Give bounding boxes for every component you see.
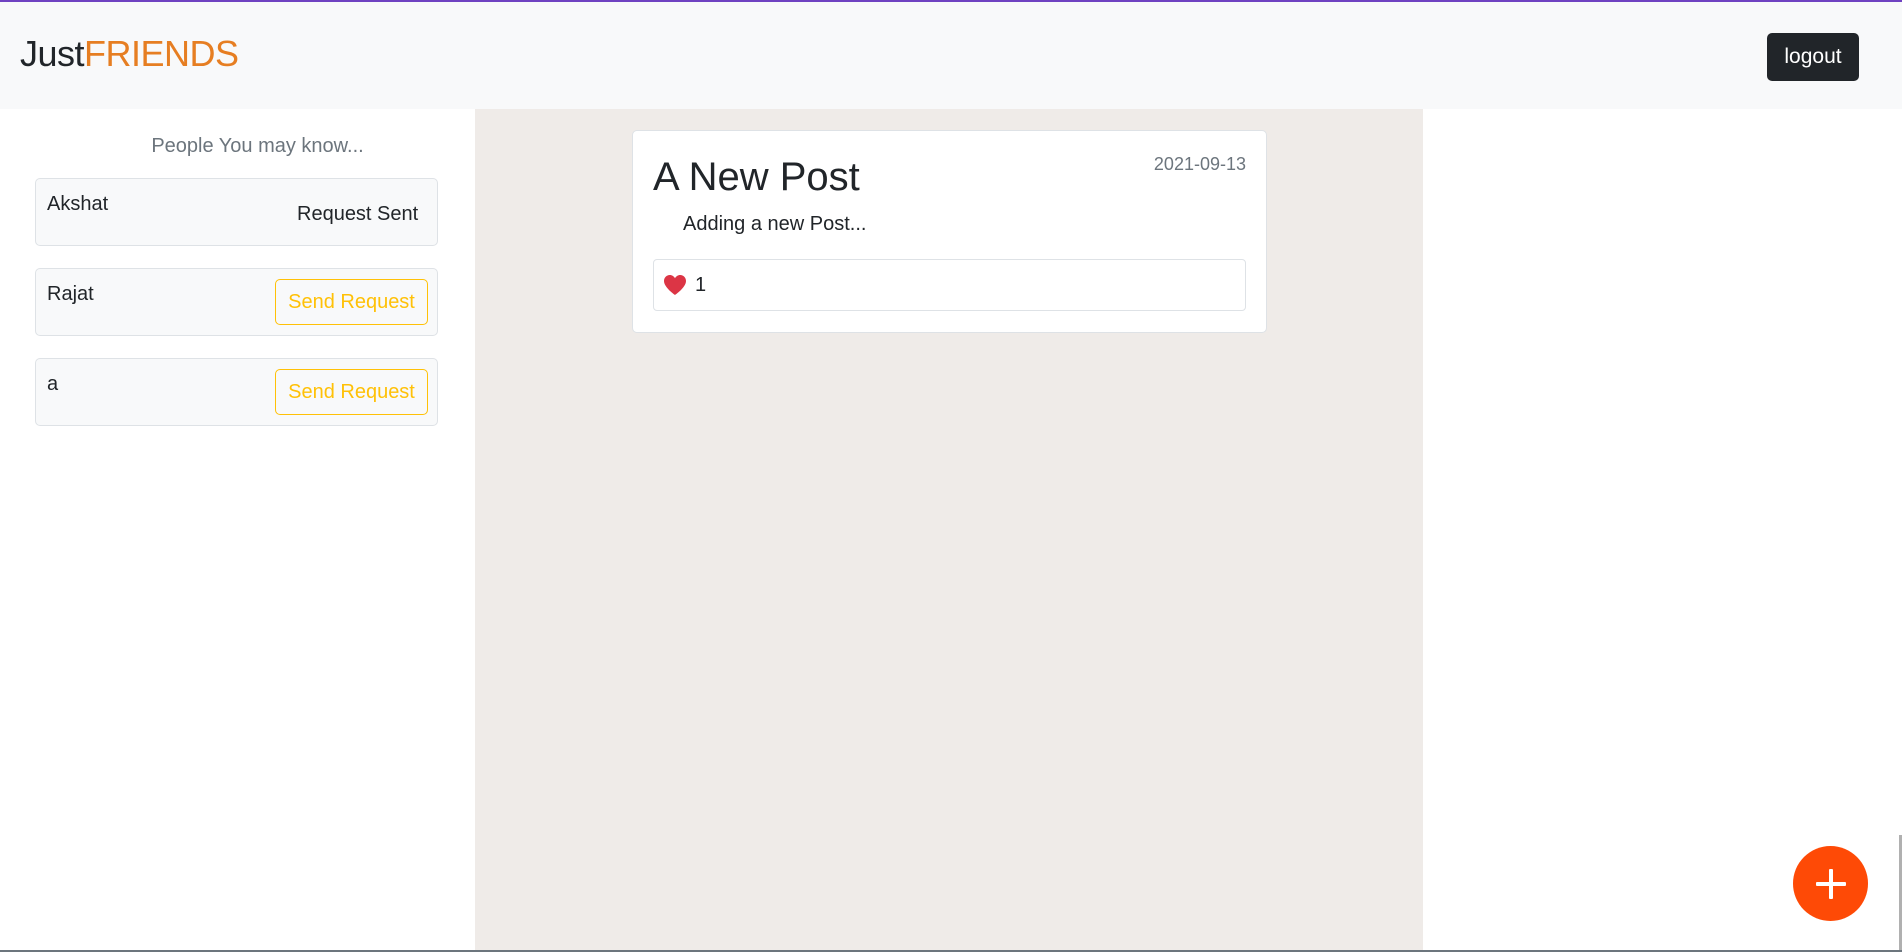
logout-button[interactable]: logout [1767,33,1859,81]
right-panel [1423,109,1902,952]
person-card: Akshat Request Sent [35,178,438,246]
person-card: Rajat Send Request [35,268,438,336]
heart-icon[interactable] [663,274,687,296]
brand-friends: FRIENDS [84,33,239,74]
post-card: A New Post 2021-09-13 Adding a new Post.… [632,130,1267,333]
plus-icon [1815,868,1846,899]
brand-logo[interactable]: JustFRIENDS [20,32,239,76]
navbar: JustFRIENDS logout [0,2,1902,109]
request-sent-status: Request Sent [297,203,419,225]
like-bar: 1 [653,259,1246,311]
like-count: 1 [695,274,707,296]
person-name: Akshat [47,193,109,215]
post-feed: A New Post 2021-09-13 Adding a new Post.… [475,109,1423,952]
post-date: 2021-09-13 [1153,154,1246,174]
brand-just: Just [20,33,85,74]
post-body: Adding a new Post... [683,213,867,235]
sidebar-title: People You may know... [151,135,364,157]
add-post-button[interactable] [1793,846,1868,921]
send-request-button[interactable]: Send Request [275,369,428,415]
person-name: Rajat [47,283,94,305]
people-sidebar: People You may know... Akshat Request Se… [0,109,475,952]
send-request-button[interactable]: Send Request [275,279,428,325]
person-card: a Send Request [35,358,438,426]
post-title: A New Post [653,155,860,199]
person-name: a [47,373,59,395]
